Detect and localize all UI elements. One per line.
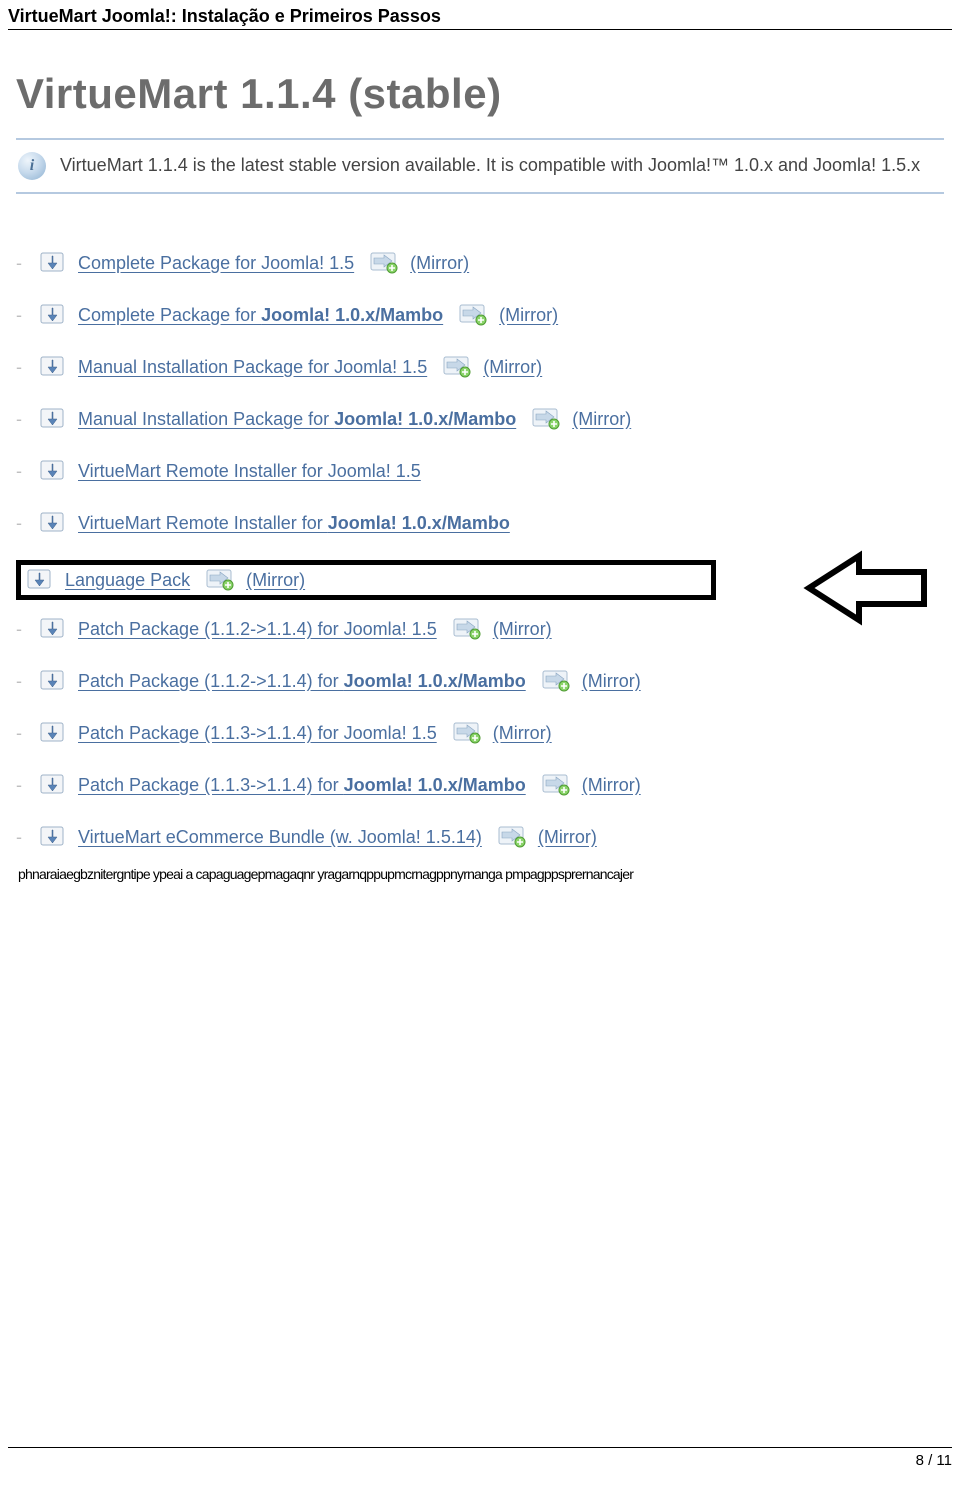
document-footer: 8 / 11 bbox=[8, 1447, 952, 1469]
download-link[interactable]: Patch Package (1.1.2->1.1.4) for Joomla!… bbox=[78, 619, 437, 640]
bullet: - bbox=[16, 358, 26, 376]
list-item: - Patch Package (1.1.2->1.1.4) for Jooml… bbox=[16, 662, 944, 710]
download-icon bbox=[40, 826, 68, 848]
list-item: - Patch Package (1.1.3->1.1.4) for Jooml… bbox=[16, 766, 944, 814]
document-content: VirtueMart 1.1.4 (stable) i VirtueMart 1… bbox=[8, 70, 952, 882]
page-number: 8 / 11 bbox=[916, 1452, 952, 1469]
list-item: - VirtueMart Remote Installer for Joomla… bbox=[16, 504, 944, 552]
download-icon bbox=[40, 460, 68, 482]
download-link[interactable]: VirtueMart eCommerce Bundle (w. Joomla! … bbox=[78, 827, 482, 848]
download-link[interactable]: Complete Package for Joomla! 1.0.x/Mambo bbox=[78, 305, 443, 326]
mirror-icon bbox=[453, 722, 483, 744]
mirror-icon bbox=[206, 569, 236, 591]
list-item: - Complete Package for Joomla! 1.5 (Mirr… bbox=[16, 244, 944, 292]
bullet: - bbox=[16, 724, 26, 742]
list-item: - VirtueMart eCommerce Bundle (w. Joomla… bbox=[16, 818, 944, 866]
mirror-link[interactable]: (Mirror) bbox=[582, 775, 641, 796]
mirror-link[interactable]: (Mirror) bbox=[499, 305, 558, 326]
mirror-icon bbox=[542, 670, 572, 692]
download-icon bbox=[27, 569, 55, 591]
highlight-box: Language Pack (Mirror) bbox=[16, 560, 716, 600]
mirror-link[interactable]: (Mirror) bbox=[493, 619, 552, 640]
arrow-icon bbox=[774, 548, 934, 628]
mirror-icon bbox=[532, 408, 562, 430]
list-item: - Complete Package for Joomla! 1.0.x/Mam… bbox=[16, 296, 944, 344]
bullet: - bbox=[16, 672, 26, 690]
mirror-link[interactable]: (Mirror) bbox=[493, 723, 552, 744]
download-icon bbox=[40, 670, 68, 692]
bullet: - bbox=[16, 410, 26, 428]
download-link[interactable]: Manual Installation Package for Joomla! … bbox=[78, 409, 516, 430]
download-icon bbox=[40, 722, 68, 744]
bullet: - bbox=[16, 462, 26, 480]
garbled-text: phnaraiaegbznitergntipe ypeai a capaguag… bbox=[16, 866, 944, 882]
document-title: VirtueMart Joomla!: Instalação e Primeir… bbox=[8, 6, 441, 26]
list-item: - Patch Package (1.1.3->1.1.4) for Jooml… bbox=[16, 714, 944, 762]
bullet: - bbox=[16, 306, 26, 324]
mirror-link[interactable]: (Mirror) bbox=[483, 357, 542, 378]
list-item: - Manual Installation Package for Joomla… bbox=[16, 348, 944, 396]
download-link[interactable]: Patch Package (1.1.3->1.1.4) for Joomla!… bbox=[78, 775, 526, 796]
mirror-link[interactable]: (Mirror) bbox=[572, 409, 631, 430]
list-item: - Manual Installation Package for Joomla… bbox=[16, 400, 944, 448]
mirror-link[interactable]: (Mirror) bbox=[582, 671, 641, 692]
document-header: VirtueMart Joomla!: Instalação e Primeir… bbox=[8, 6, 952, 30]
download-icon bbox=[40, 356, 68, 378]
bullet: - bbox=[16, 620, 26, 638]
bullet: - bbox=[16, 776, 26, 794]
bullet: - bbox=[16, 514, 26, 532]
download-link-language-pack[interactable]: Language Pack bbox=[65, 570, 190, 591]
download-link[interactable]: Manual Installation Package for Joomla! … bbox=[78, 357, 427, 378]
download-icon bbox=[40, 512, 68, 534]
download-link[interactable]: VirtueMart Remote Installer for Joomla! … bbox=[78, 461, 421, 482]
download-link[interactable]: Patch Package (1.1.2->1.1.4) for Joomla!… bbox=[78, 671, 526, 692]
mirror-link[interactable]: (Mirror) bbox=[410, 253, 469, 274]
highlight-row: Language Pack (Mirror) bbox=[16, 556, 944, 610]
mirror-link[interactable]: (Mirror) bbox=[246, 570, 305, 591]
download-list: - Complete Package for Joomla! 1.5 (Mirr… bbox=[16, 244, 944, 552]
mirror-icon bbox=[453, 618, 483, 640]
bullet: - bbox=[16, 828, 26, 846]
download-icon bbox=[40, 304, 68, 326]
mirror-icon bbox=[542, 774, 572, 796]
mirror-icon bbox=[443, 356, 473, 378]
download-icon bbox=[40, 252, 68, 274]
download-link[interactable]: Patch Package (1.1.3->1.1.4) for Joomla!… bbox=[78, 723, 437, 744]
mirror-icon bbox=[459, 304, 489, 326]
info-icon-glyph: i bbox=[30, 157, 34, 175]
mirror-icon bbox=[498, 826, 528, 848]
page-title: VirtueMart 1.1.4 (stable) bbox=[16, 70, 944, 118]
download-icon bbox=[40, 618, 68, 640]
info-box: i VirtueMart 1.1.4 is the latest stable … bbox=[16, 138, 944, 194]
download-icon bbox=[40, 408, 68, 430]
mirror-link[interactable]: (Mirror) bbox=[538, 827, 597, 848]
download-icon bbox=[40, 774, 68, 796]
bullet: - bbox=[16, 254, 26, 272]
download-link[interactable]: Complete Package for Joomla! 1.5 bbox=[78, 253, 354, 274]
mirror-icon bbox=[370, 252, 400, 274]
info-icon: i bbox=[18, 152, 46, 180]
info-text: VirtueMart 1.1.4 is the latest stable ve… bbox=[60, 152, 920, 178]
download-list-2: - Patch Package (1.1.2->1.1.4) for Jooml… bbox=[16, 610, 944, 866]
list-item: - VirtueMart Remote Installer for Joomla… bbox=[16, 452, 944, 500]
download-link[interactable]: VirtueMart Remote Installer for Joomla! … bbox=[78, 513, 510, 534]
